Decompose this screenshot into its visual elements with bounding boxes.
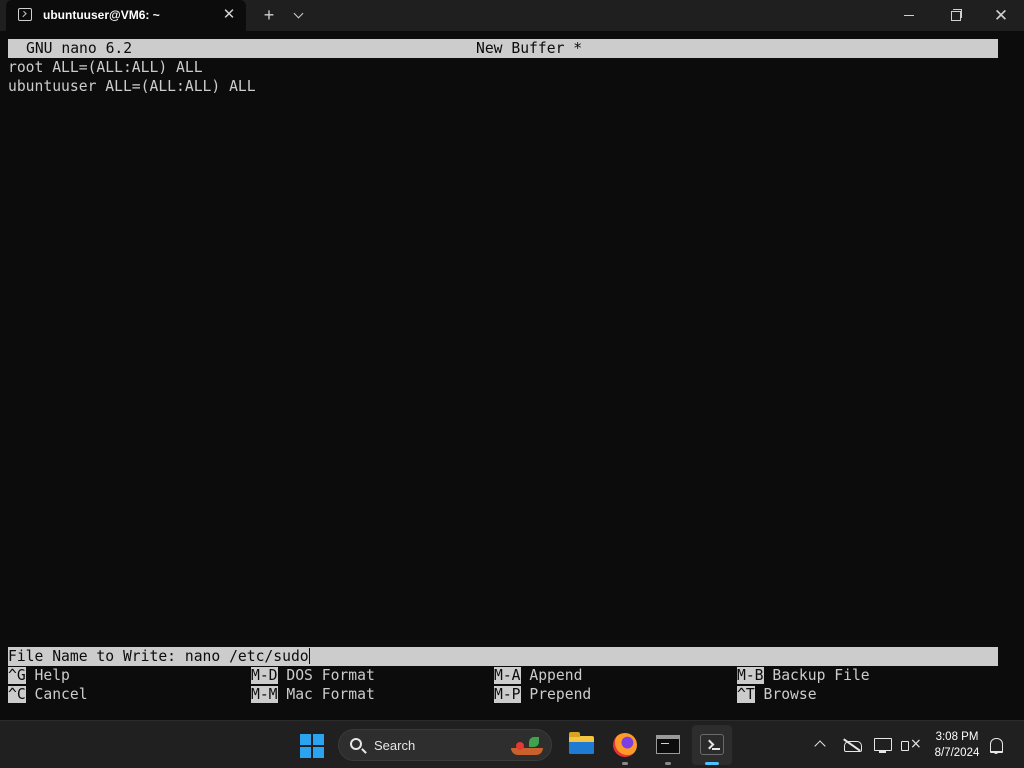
shortcut-append[interactable]: M-A Append — [494, 666, 582, 685]
minimize-button[interactable] — [886, 0, 932, 31]
filename-prompt-bar[interactable]: File Name to Write: nano /etc/sudo — [8, 647, 998, 666]
command-prompt-icon — [656, 735, 680, 754]
shortcut-key: ^T — [737, 686, 755, 703]
shortcut-key: M-P — [494, 686, 521, 703]
prompt-text: File Name to Write: nano /etc/sudo — [8, 648, 309, 665]
search-label: Search — [374, 738, 416, 753]
windows-terminal-button[interactable] — [692, 725, 732, 765]
clock-date: 8/7/2024 — [934, 747, 980, 759]
cloud-offline-icon[interactable] — [840, 733, 864, 757]
file-explorer-button[interactable] — [561, 725, 601, 765]
start-button[interactable] — [300, 734, 324, 758]
search-box[interactable]: Search — [338, 729, 552, 761]
network-icon[interactable] — [871, 733, 895, 757]
close-window-button[interactable]: ✕ — [978, 0, 1024, 31]
show-hidden-icons-button[interactable] — [808, 733, 832, 757]
shortcut-label: Append — [520, 667, 583, 684]
firefox-button[interactable] — [605, 725, 645, 765]
shortcut-label: Help — [25, 667, 70, 684]
terminal-tab[interactable]: ubuntuuser@VM6: ~ ✕ — [6, 0, 246, 31]
shortcut-backup-file[interactable]: M-B Backup File — [737, 666, 870, 685]
clock[interactable]: 3:08 PM 8/7/2024 — [926, 729, 988, 761]
shortcut-key: M-D — [251, 667, 278, 684]
clock-time: 3:08 PM — [935, 731, 979, 743]
text-cursor — [308, 648, 310, 664]
running-indicator — [665, 762, 671, 765]
buffer-line[interactable]: ubuntuuser ALL=(ALL:ALL) ALL — [8, 77, 256, 96]
new-tab-button[interactable]: + — [259, 5, 279, 25]
terminal-icon — [700, 734, 724, 755]
terminal-tab-icon — [18, 8, 32, 21]
shortcut-mac-format[interactable]: M-M Mac Format — [251, 685, 375, 704]
buffer-name: New Buffer * — [476, 40, 583, 57]
shortcut-label: Prepend — [520, 686, 592, 703]
title-bar: ubuntuuser@VM6: ~ ✕ + ✕ — [0, 0, 1024, 31]
shortcut-label: Cancel — [25, 686, 88, 703]
notification-bell-icon[interactable] — [984, 733, 1008, 757]
nano-version: GNU nano 6.2 — [26, 40, 133, 57]
shortcut-key: ^C — [8, 686, 26, 703]
filename-input[interactable]: File Name to Write: nano /etc/sudo — [8, 647, 310, 666]
running-indicator — [622, 762, 628, 765]
shortcut-key: M-A — [494, 667, 521, 684]
command-prompt-button[interactable] — [648, 725, 688, 765]
shortcut-label: Backup File — [763, 667, 870, 684]
shortcut-prepend[interactable]: M-P Prepend — [494, 685, 591, 704]
search-icon — [350, 738, 362, 750]
folder-icon — [569, 732, 594, 754]
shortcut-key: M-M — [251, 686, 278, 703]
shortcut-key: M-B — [737, 667, 764, 684]
shortcut-cancel[interactable]: ^C Cancel — [8, 685, 88, 704]
active-indicator — [705, 762, 719, 765]
search-highlight-icon — [509, 734, 545, 758]
firefox-icon — [613, 733, 637, 757]
buffer-line[interactable]: root ALL=(ALL:ALL) ALL — [8, 58, 203, 77]
shortcut-label: Browse — [754, 686, 817, 703]
close-tab-icon[interactable]: ✕ — [220, 5, 238, 25]
shortcut-help[interactable]: ^G Help — [8, 666, 70, 685]
shortcut-browse[interactable]: ^T Browse — [737, 685, 817, 704]
shortcut-label: DOS Format — [277, 667, 375, 684]
taskbar: Search 3:08 PM 8/7/2024 — [0, 720, 1024, 768]
shortcut-label: Mac Format — [277, 686, 375, 703]
nano-header: GNU nano 6.2 New Buffer * — [8, 39, 998, 58]
chevron-down-icon[interactable] — [289, 5, 309, 25]
volume-muted-icon[interactable] — [898, 733, 922, 757]
restore-button[interactable] — [932, 0, 978, 31]
shortcut-key: ^G — [8, 667, 26, 684]
shortcut-dos-format[interactable]: M-D DOS Format — [251, 666, 375, 685]
tab-title: ubuntuuser@VM6: ~ — [43, 8, 160, 22]
